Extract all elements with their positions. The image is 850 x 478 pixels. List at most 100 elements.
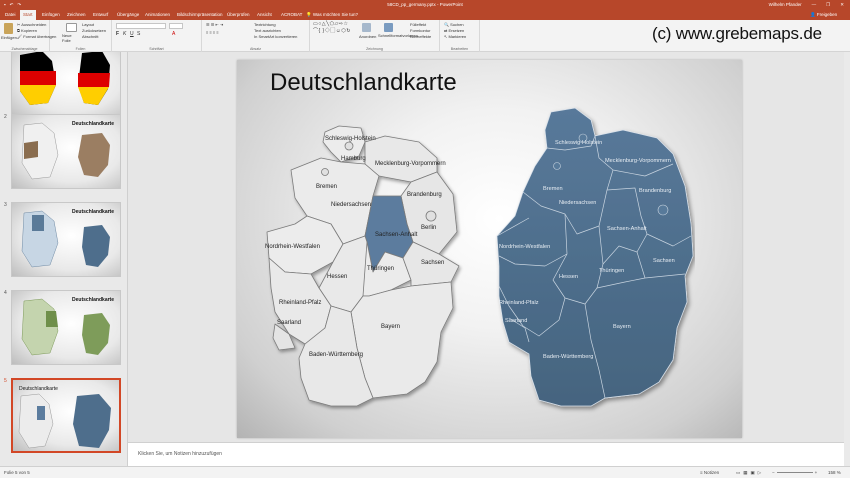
- find-label: Suchen: [450, 22, 464, 27]
- label-sachsen: Sachsen: [421, 260, 444, 266]
- label-niedersachsen: Niedersachsen: [331, 202, 371, 208]
- view-buttons[interactable]: ▭▦▣▷: [736, 467, 764, 478]
- thumb2-highlight: [24, 141, 38, 159]
- section-button[interactable]: Abschnitt: [82, 34, 98, 39]
- thumb3-highlight: [32, 215, 44, 231]
- region-bremen[interactable]: [321, 168, 329, 176]
- share-button[interactable]: 👤 Freigeben: [810, 10, 837, 20]
- thumbnail-slide-1[interactable]: [11, 52, 121, 119]
- shadow-button[interactable]: S: [137, 32, 140, 37]
- thumb-map-red: [20, 71, 56, 85]
- replace-button[interactable]: ⇄ Ersetzen: [444, 28, 464, 33]
- blue-label-saarland: Saarland: [505, 318, 527, 324]
- user-name[interactable]: Wilhelm Pfander: [769, 0, 802, 10]
- thumb5-highlight: [37, 406, 45, 420]
- slide-thumbnails-pane[interactable]: 2 Deutschlandkarte 3 Deutschlandkarte 4 …: [0, 52, 128, 466]
- italic-button[interactable]: K: [123, 32, 126, 37]
- paste-icon[interactable]: [4, 23, 13, 34]
- text-direction-button[interactable]: Textrichtung: [254, 22, 276, 27]
- thumbnail-slide-4[interactable]: Deutschlandkarte: [11, 290, 121, 365]
- new-slide-button[interactable]: Neue Folie: [62, 33, 78, 43]
- cut-button[interactable]: ✂ Ausschneiden: [17, 22, 46, 27]
- tab-ansicht[interactable]: Ansicht: [254, 10, 275, 20]
- blue-bremen[interactable]: [553, 162, 561, 170]
- new-slide-icon[interactable]: [66, 23, 77, 32]
- blue-label-niedersachsen: Niedersachsen: [559, 200, 596, 206]
- bold-button[interactable]: F: [116, 32, 119, 37]
- align-text-button[interactable]: Text ausrichten: [254, 28, 281, 33]
- tab-entwurf[interactable]: Entwurf: [90, 10, 111, 20]
- select-button[interactable]: ↖ Markieren: [444, 34, 466, 39]
- thumb-map-gold: [20, 85, 56, 105]
- thumbnail-slide-2[interactable]: Deutschlandkarte: [11, 114, 121, 189]
- tab-acrobat[interactable]: ACROBAT: [278, 10, 305, 20]
- underline-button[interactable]: U: [130, 32, 134, 37]
- notes-toggle-button[interactable]: ≡ Notizen: [700, 467, 719, 478]
- group-font: F K U S A Schriftart: [112, 20, 202, 52]
- label-brandenburg: Brandenburg: [407, 192, 442, 198]
- smartart-button[interactable]: In SmartArt konvertieren: [254, 34, 297, 39]
- tab-animationen[interactable]: Animationen: [142, 10, 173, 20]
- reset-button[interactable]: Zurücksetzen: [82, 28, 106, 33]
- title-bar: ▪ ↶ ↷ 58CD_pp_germany.pptx - PowerPoint …: [0, 0, 850, 10]
- germany-map-gray[interactable]: Schleswig-Holstein Hamburg Mecklenburg-V…: [261, 112, 467, 442]
- blue-country-shape[interactable]: [496, 107, 694, 407]
- thumbnail-slide-5[interactable]: Deutschlandkarte: [11, 378, 121, 453]
- arrange-icon[interactable]: [362, 23, 371, 32]
- germany-map-blue[interactable]: Schleswig-Holstein Mecklenburg-Vorpommer…: [495, 106, 695, 428]
- thumb-maps-5: [18, 393, 111, 449]
- bullets-icon[interactable]: ☰ ☰ ⇤ ⇥: [206, 22, 223, 27]
- paste-button[interactable]: Einfügen: [1, 35, 17, 40]
- tab-bildschirmpraesentation[interactable]: Bildschirmpräsentation: [174, 10, 226, 20]
- shapes-gallery[interactable]: ▭○△╲⬠▱⇨☆: [313, 22, 348, 27]
- tab-datei[interactable]: Datei: [2, 10, 19, 20]
- shapes-gallery-row2[interactable]: ⌒{ }◇▢☺⬡↻: [313, 29, 351, 34]
- align-icon[interactable]: ≡ ≡ ≡ ≡: [206, 30, 219, 35]
- quick-styles-button[interactable]: Schnellformatvorlagen: [378, 33, 418, 38]
- label-rheinland-pfalz: Rheinland-Pfalz: [279, 300, 321, 306]
- drawing-group-label: Zeichnung: [366, 47, 383, 51]
- region-berlin[interactable]: [425, 210, 437, 222]
- copy-button[interactable]: ⧉ Kopieren: [17, 28, 37, 33]
- shape-effects-button[interactable]: Formeffekte: [410, 34, 431, 39]
- minimize-icon[interactable]: —: [812, 0, 817, 10]
- blue-label-brandenburg: Brandenburg: [639, 188, 671, 194]
- shape-fill-button[interactable]: Fülleffekt: [410, 22, 426, 27]
- slide[interactable]: Deutschlandkarte Schleswig-Holstein Hamb…: [237, 60, 742, 438]
- slide-title[interactable]: Deutschlandkarte: [270, 69, 457, 97]
- paragraph-group-label: Absatz: [250, 47, 261, 51]
- font-color-button[interactable]: A: [172, 32, 175, 37]
- font-size-input[interactable]: [169, 23, 183, 29]
- tab-ueberpruefen[interactable]: Überprüfen: [224, 10, 253, 20]
- zoom-slider-track[interactable]: [776, 472, 813, 474]
- close-icon[interactable]: ✕: [840, 0, 844, 10]
- vertical-scrollbar[interactable]: [844, 52, 850, 466]
- font-name-input[interactable]: [116, 23, 166, 29]
- tab-einfuegen[interactable]: Einfügen: [39, 10, 63, 20]
- notes-pane[interactable]: Klicken Sie, um Notizen hinzuzufügen: [128, 442, 844, 466]
- tab-zeichnen[interactable]: Zeichnen: [64, 10, 89, 20]
- thumbnail-number-4: 4: [4, 290, 7, 296]
- label-schleswig-holstein: Schleswig-Holstein: [325, 136, 376, 142]
- arrange-button[interactable]: Anordnen: [359, 34, 376, 39]
- zoom-level[interactable]: 158 %: [828, 467, 841, 478]
- quick-styles-icon[interactable]: [384, 23, 393, 32]
- notes-placeholder[interactable]: Klicken Sie, um Notizen hinzuzufügen: [138, 451, 222, 457]
- label-bayern: Bayern: [381, 324, 400, 330]
- tell-me-box[interactable]: 💡 Was möchten Sie tun?: [306, 10, 358, 20]
- thumbnail-number-5: 5: [4, 378, 7, 384]
- tab-uebergaenge[interactable]: Übergänge: [114, 10, 142, 20]
- blue-berlin[interactable]: [657, 204, 669, 216]
- thumbnail-slide-3[interactable]: Deutschlandkarte: [11, 202, 121, 277]
- label-mecklenburg-vorpommern: Mecklenburg-Vorpommern: [375, 161, 446, 167]
- blue-label-bayern: Bayern: [613, 324, 631, 330]
- tab-start[interactable]: Start: [20, 10, 36, 20]
- zoom-slider[interactable]: − +: [772, 467, 817, 478]
- shape-outline-button[interactable]: Formkontur: [410, 28, 430, 33]
- label-bremen: Bremen: [316, 184, 337, 190]
- layout-button[interactable]: Layout: [82, 22, 94, 27]
- restore-icon[interactable]: ❐: [826, 0, 830, 10]
- find-button[interactable]: 🔍 Suchen: [444, 22, 464, 27]
- region-hamburg[interactable]: [344, 141, 354, 151]
- blue-label-sachsen-anhalt: Sachsen-Anhalt: [607, 226, 647, 232]
